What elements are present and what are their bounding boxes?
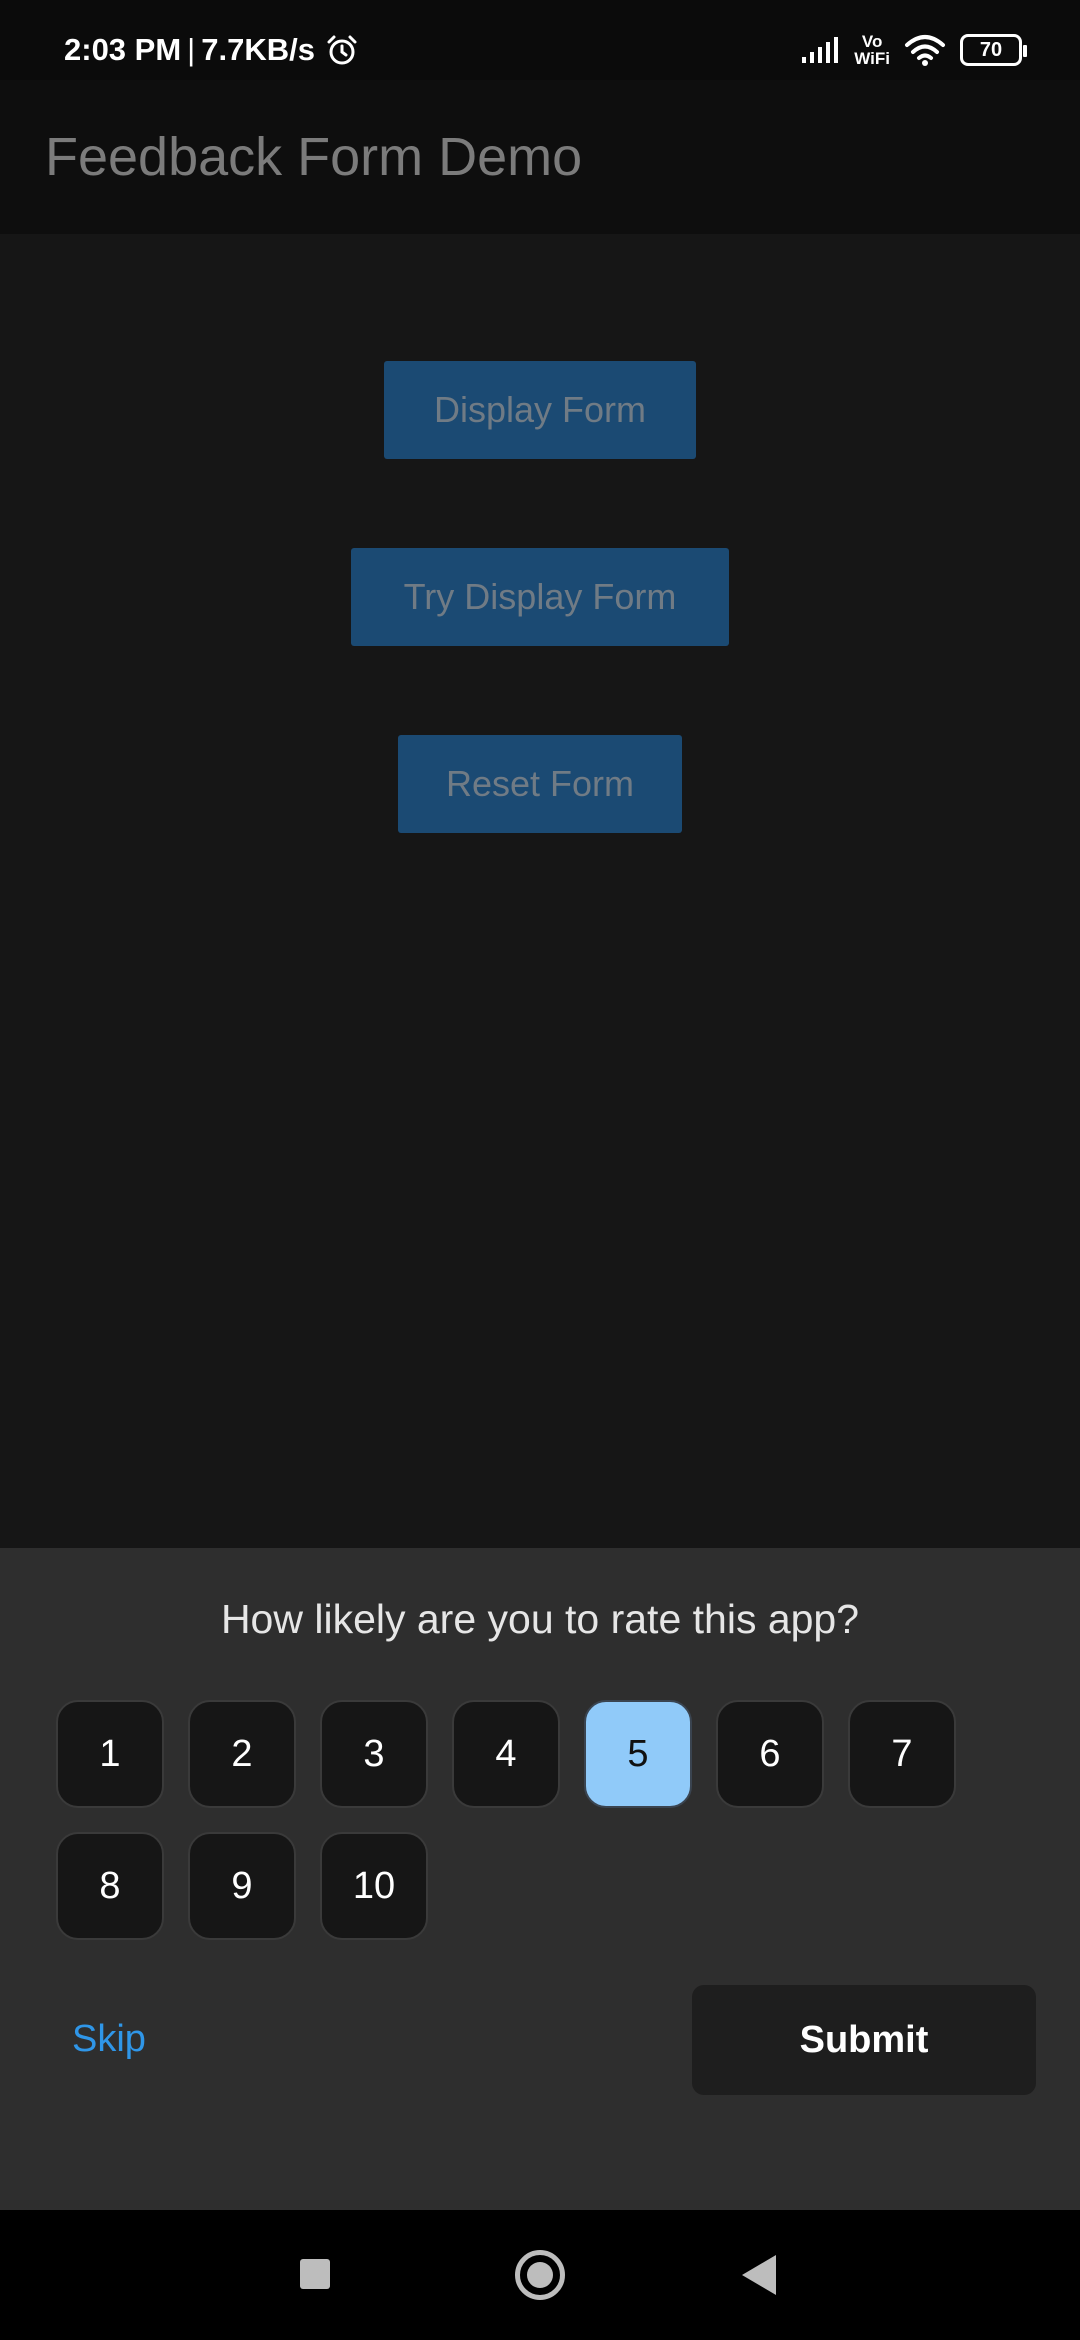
app-title: Feedback Form Demo: [45, 127, 583, 187]
battery-level: 70: [979, 38, 1003, 61]
signal-icon: [802, 37, 839, 63]
rating-option-10[interactable]: 10: [320, 1832, 428, 1940]
try-display-form-button[interactable]: Try Display Form: [351, 548, 729, 646]
rating-option-3[interactable]: 3: [320, 1700, 428, 1808]
display-form-button[interactable]: Display Form: [384, 361, 696, 459]
rating-option-5[interactable]: 5: [584, 1700, 692, 1808]
rating-option-6[interactable]: 6: [716, 1700, 824, 1808]
status-right: Vo WiFi 70: [800, 28, 1027, 72]
rating-option-9[interactable]: 9: [188, 1832, 296, 1940]
network-speed: 7.7KB/s: [201, 32, 315, 67]
rating-option-7[interactable]: 7: [848, 1700, 956, 1808]
app-bar: Feedback Form Demo: [0, 80, 1080, 234]
vowifi-bottom: WiFi: [854, 49, 890, 68]
status-bar: 2:03 PM | 7.7KB/s Vo WiFi 70: [0, 0, 1080, 80]
status-time: 2:03 PM: [64, 32, 182, 67]
status-separator: |: [187, 32, 196, 67]
home-icon[interactable]: [515, 2250, 565, 2300]
battery-icon: 70: [960, 34, 1027, 66]
rating-option-2[interactable]: 2: [188, 1700, 296, 1808]
rating-option-1[interactable]: 1: [56, 1700, 164, 1808]
recents-icon[interactable]: [300, 2259, 330, 2289]
rating-option-8[interactable]: 8: [56, 1832, 164, 1940]
wifi-icon: [905, 35, 945, 66]
vowifi-icon: Vo WiFi: [854, 33, 890, 67]
skip-button[interactable]: Skip: [72, 2018, 146, 2061]
submit-button[interactable]: Submit: [692, 1985, 1036, 2095]
system-nav-bar: [0, 2210, 1080, 2340]
vowifi-top: Vo: [861, 32, 883, 51]
alarm-icon: [327, 35, 357, 65]
rating-option-4[interactable]: 4: [452, 1700, 560, 1808]
back-icon[interactable]: [742, 2255, 776, 2295]
feedback-question: How likely are you to rate this app?: [220, 1596, 860, 1642]
feedback-sheet: How likely are you to rate this app? 1 2…: [0, 1548, 1080, 2210]
reset-form-button[interactable]: Reset Form: [398, 735, 682, 833]
